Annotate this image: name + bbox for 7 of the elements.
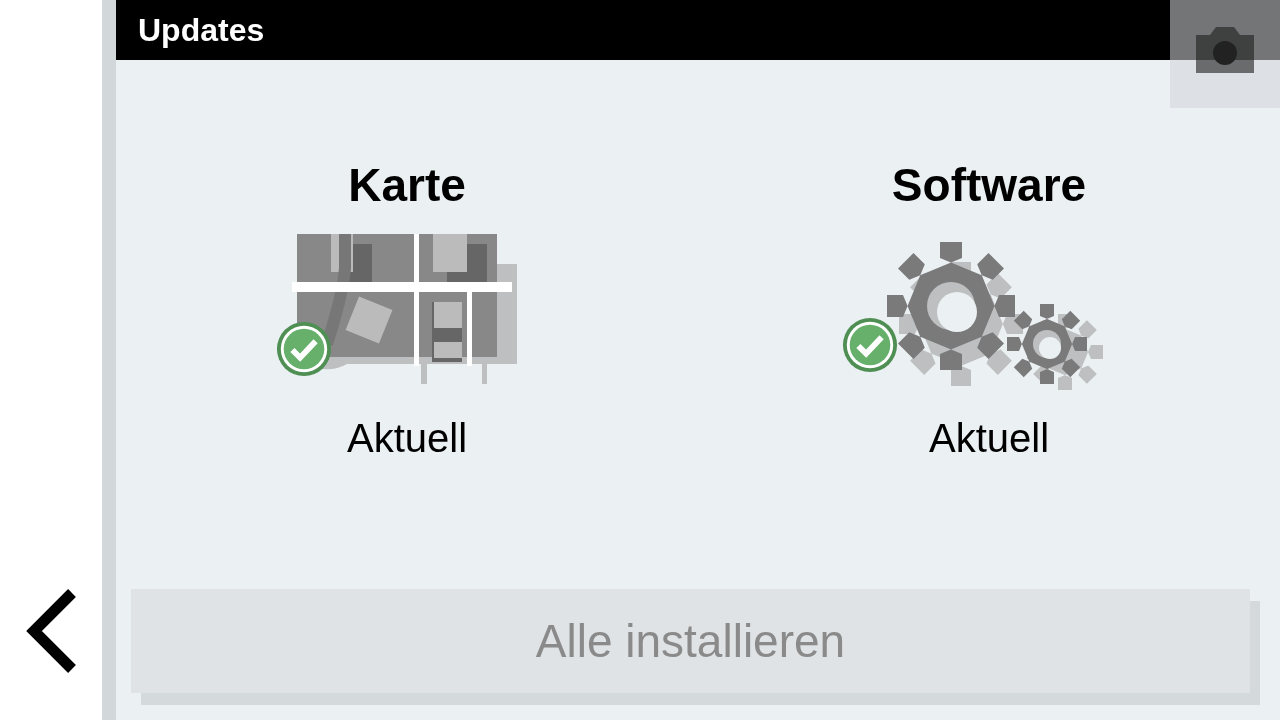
screenshot-button[interactable] [1170,0,1280,108]
screen-title: Updates [138,11,265,49]
back-icon[interactable] [24,588,78,674]
update-status: Aktuell [346,416,468,461]
update-status: Aktuell [928,416,1050,461]
update-title: Software [891,158,1087,212]
update-title: Karte [348,158,466,212]
